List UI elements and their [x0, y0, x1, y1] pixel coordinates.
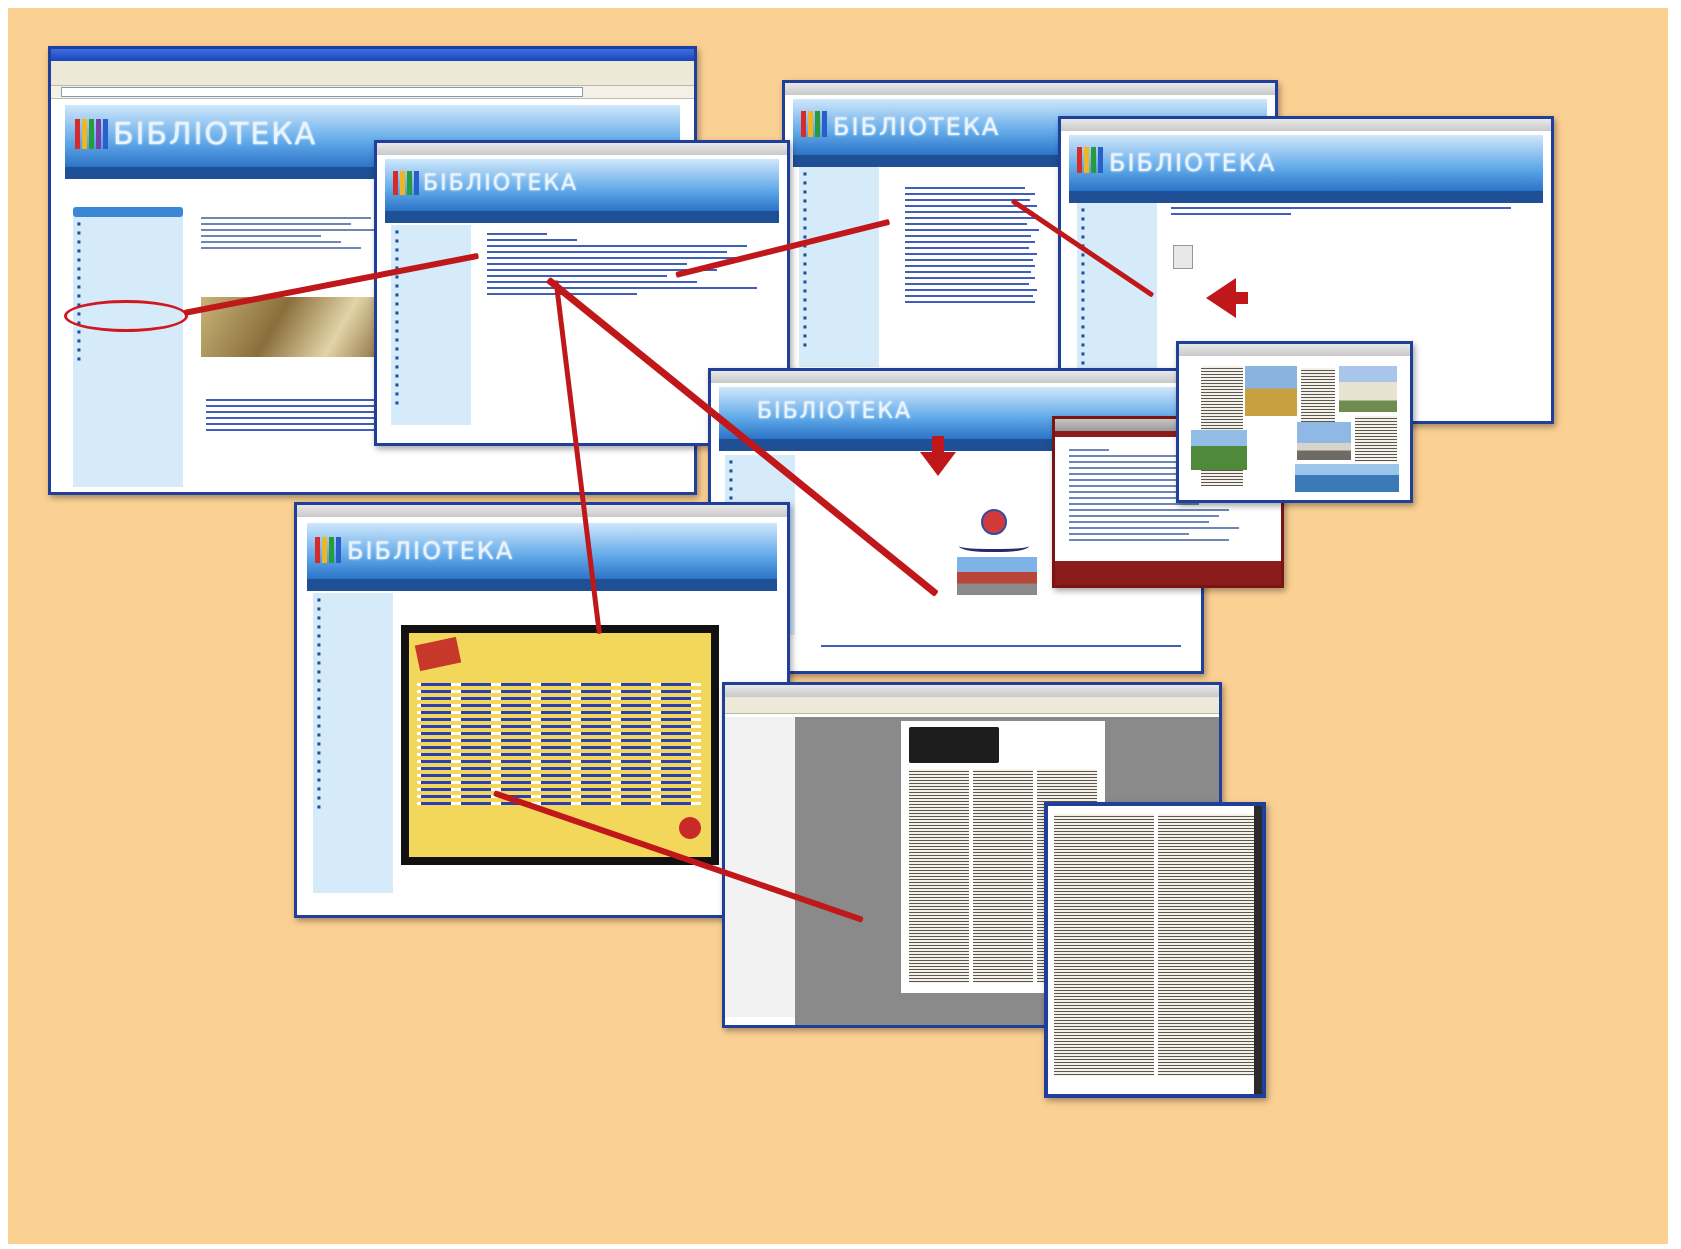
- site-logo-text: БІБЛІОТЕКА: [347, 537, 515, 565]
- sidebar-item[interactable]: [77, 354, 179, 363]
- sidebar-item[interactable]: [77, 273, 179, 282]
- arrow-down-icon-tail: [932, 436, 944, 454]
- magazine-text-column: [1301, 368, 1335, 422]
- menu-bar[interactable]: [51, 61, 694, 71]
- sidebar-item[interactable]: [77, 255, 179, 264]
- pdf-file-icon[interactable]: [1173, 245, 1193, 269]
- site-logo-text: БІБЛІОТЕКА: [113, 117, 318, 152]
- address-input[interactable]: [61, 87, 583, 97]
- browser-window-archive[interactable]: БІБЛІОТЕКА: [294, 502, 790, 918]
- window-title-bar[interactable]: [711, 371, 1201, 383]
- site-banner: БІБЛІОТЕКА: [385, 159, 779, 211]
- newspaper-column: [1158, 814, 1254, 1076]
- archive-calendar-panel[interactable]: [401, 625, 719, 865]
- issue-header-text: [1171, 207, 1531, 219]
- window-title-bar[interactable]: [1061, 119, 1551, 131]
- issue-date-grid[interactable]: [417, 683, 701, 809]
- field-photo: [1191, 430, 1247, 470]
- sidebar-item[interactable]: [77, 246, 179, 255]
- highlight-circle: [64, 300, 188, 332]
- site-logo-text: БІБЛІОТЕКА: [757, 399, 913, 424]
- lake-photo: [1295, 464, 1399, 492]
- pdf-side-panel[interactable]: [725, 717, 795, 1017]
- newspaper-title-script: [959, 537, 1029, 552]
- newspaper-column: [909, 769, 969, 983]
- sidebar-heading: [73, 207, 183, 217]
- site-logo-text: БІБЛІОТЕКА: [423, 171, 579, 196]
- building-photo: [957, 557, 1037, 595]
- buildings-photo: [1339, 366, 1397, 412]
- window-title-bar[interactable]: [51, 49, 694, 61]
- window-title-bar[interactable]: [725, 685, 1219, 697]
- site-banner: БІБЛІОТЕКА: [1069, 135, 1543, 191]
- collage-background: БІБЛІОТЕКА ■ ■ ■ ■ ■ ■ ■ ■ ■ ■ ■ ■ ■ ■ ■…: [8, 8, 1668, 1244]
- newspaper-logo-emblem: [981, 509, 1007, 535]
- browser-toolbar[interactable]: [51, 71, 694, 86]
- site-sidebar[interactable]: [313, 593, 393, 893]
- arrow-down-icon: [920, 452, 956, 476]
- site-nav-bar[interactable]: [307, 579, 777, 591]
- site-sidebar[interactable]: [391, 225, 471, 425]
- sidebar-item[interactable]: [77, 228, 179, 237]
- site-sidebar[interactable]: [73, 207, 183, 487]
- sidebar-item[interactable]: [77, 237, 179, 246]
- footer-links[interactable]: [821, 645, 1181, 651]
- newspaper-column: [1054, 814, 1154, 1076]
- window-title-bar[interactable]: [1179, 344, 1410, 356]
- window-title-bar[interactable]: [297, 505, 787, 517]
- library-logo-icon: [315, 537, 341, 563]
- index-footer-band: [1055, 561, 1281, 585]
- site-nav-bar[interactable]: [385, 211, 779, 223]
- sidebar-item[interactable]: [77, 264, 179, 273]
- address-bar[interactable]: [51, 86, 694, 99]
- site-logo-text: БІБЛІОТЕКА: [833, 113, 1001, 141]
- anniversary-logo: [679, 817, 701, 839]
- monument-photo: [1297, 422, 1351, 460]
- library-logo-icon: [801, 111, 827, 137]
- publications-list[interactable]: [487, 233, 767, 299]
- site-banner: БІБЛІОТЕКА: [307, 523, 777, 579]
- window-title-bar[interactable]: [377, 143, 787, 155]
- arrow-left-icon-tail: [1230, 292, 1248, 304]
- sidebar-item-highlighted[interactable]: [77, 291, 179, 300]
- library-logo-icon: [1077, 147, 1103, 173]
- sidebar-item[interactable]: [77, 345, 179, 354]
- magazine-text-column: [1355, 416, 1397, 462]
- site-logo-text: БІБЛІОТЕКА: [1109, 149, 1277, 177]
- magazine-page-window[interactable]: [1176, 341, 1413, 503]
- scan-edge-shadow: [1254, 806, 1262, 1094]
- site-sidebar[interactable]: [799, 167, 879, 367]
- site-nav-bar[interactable]: [1069, 191, 1543, 203]
- sidebar-item[interactable]: [77, 219, 179, 228]
- sidebar-item[interactable]: [77, 336, 179, 345]
- newspaper-scan-zoom: [1044, 802, 1266, 1098]
- library-logo-icon: [75, 119, 108, 149]
- window-title-bar[interactable]: [785, 83, 1275, 95]
- pdf-toolbar[interactable]: [725, 697, 1219, 714]
- library-logo-icon: [393, 171, 419, 195]
- address-text-block: [201, 217, 381, 253]
- year-badge: [414, 636, 462, 672]
- harvester-photo: [1245, 366, 1297, 416]
- newspaper-column: [973, 769, 1033, 983]
- sidebar-item[interactable]: [77, 282, 179, 291]
- newspaper-masthead: [909, 727, 999, 763]
- sidebar-menu[interactable]: [73, 217, 183, 365]
